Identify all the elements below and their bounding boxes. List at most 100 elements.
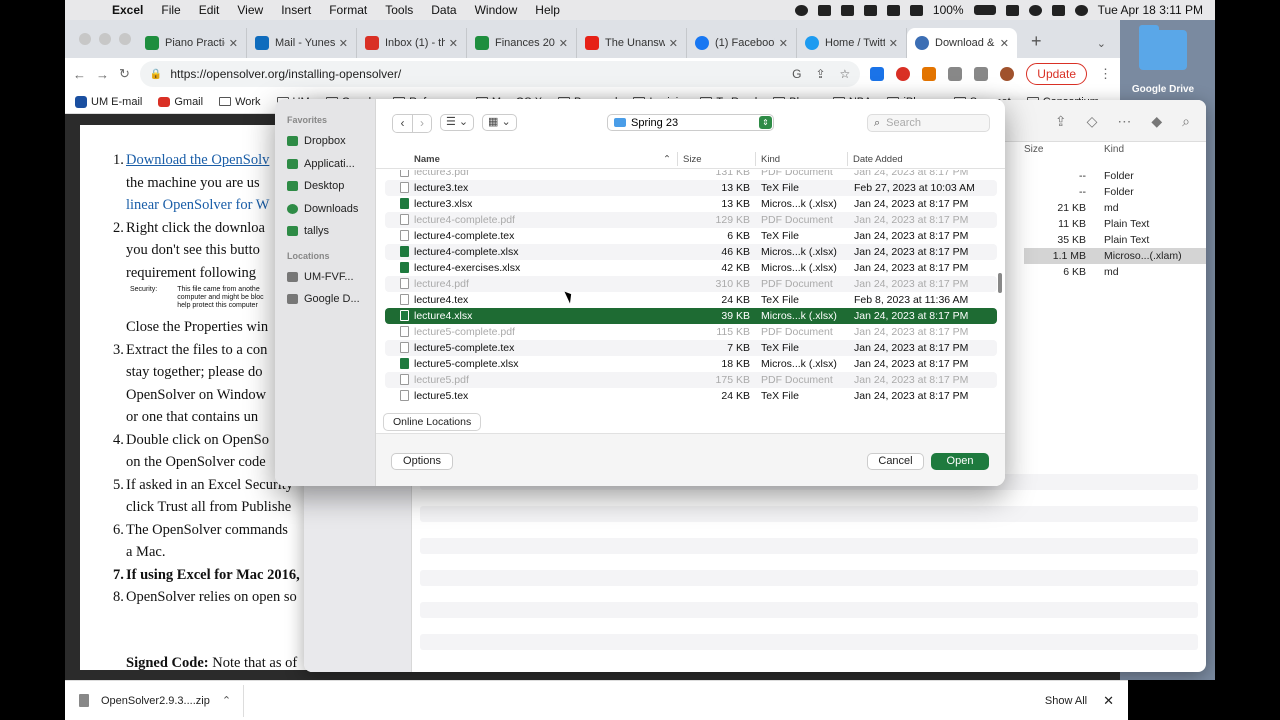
search-icon[interactable]: ⌕: [1182, 113, 1190, 130]
action-icon[interactable]: ⋯: [1117, 113, 1131, 130]
close-tab-icon[interactable]: ✕: [669, 37, 678, 50]
file-row[interactable]: lecture4-exercises.xlsx 42 KB Micros...k (…: [385, 260, 997, 276]
zoom-window-button[interactable]: [119, 33, 131, 45]
linear-opensolver-link[interactable]: linear OpenSolver for W: [126, 197, 269, 213]
list-view-button[interactable]: ☰ ⌄: [440, 114, 475, 131]
image-icon[interactable]: [863, 4, 877, 16]
sidebar-item-downloads[interactable]: Downloads: [275, 198, 375, 221]
close-tab-icon[interactable]: ✕: [339, 37, 348, 50]
list-item[interactable]: 21 KB md: [1024, 200, 1206, 216]
chevron-up-icon[interactable]: ⌃: [222, 694, 231, 707]
sidebar-item-dropbox[interactable]: Dropbox: [275, 130, 375, 153]
scrollbar-thumb[interactable]: [998, 273, 1002, 293]
list-item-selected[interactable]: 1.1 MB Microso...(.xlam): [1024, 248, 1206, 264]
file-row[interactable]: lecture5.pdf 175 KB PDF Document Jan 24, 20…: [385, 372, 997, 388]
download-link[interactable]: Download the OpenSolv: [126, 152, 269, 168]
extension-download-icon[interactable]: [922, 67, 937, 81]
grid-view-button[interactable]: ▦ ⌄: [482, 114, 517, 131]
tab-inbox[interactable]: Inbox (1) - th ✕: [357, 28, 467, 58]
tab-search-chevron-icon[interactable]: ⌄: [1097, 37, 1120, 58]
forward-chevron-icon[interactable]: ›: [412, 115, 431, 132]
control-center-icon[interactable]: [1051, 4, 1065, 16]
close-tab-icon[interactable]: ✕: [779, 37, 788, 50]
address-bar[interactable]: 🔒 https://opensolver.org/installing-open…: [139, 61, 861, 87]
file-row[interactable]: lecture4-complete.xlsx 46 KB Micros...k (.…: [385, 244, 997, 260]
google-drive-desktop-item[interactable]: Google Drive: [1128, 25, 1198, 95]
list-item[interactable]: -- Folder: [1024, 168, 1206, 184]
adblock-icon[interactable]: [896, 67, 911, 81]
menu-view[interactable]: View: [228, 3, 272, 17]
share-icon[interactable]: ⇪: [1055, 113, 1067, 130]
spotlight-icon[interactable]: [1028, 4, 1042, 16]
tag-icon[interactable]: ◇: [1087, 113, 1098, 130]
open-button[interactable]: Open: [931, 453, 989, 470]
size-column-header[interactable]: Size: [683, 154, 701, 165]
bookmark-work[interactable]: Work: [219, 96, 261, 108]
volume-icon[interactable]: [909, 4, 923, 16]
close-tab-icon[interactable]: ✕: [559, 37, 568, 50]
search-field[interactable]: ⌕ Search: [867, 114, 990, 132]
tab-download-active[interactable]: Download & ✕: [907, 28, 1017, 58]
file-row[interactable]: lecture3.xlsx 13 KB Micros...k (.xlsx) Jan …: [385, 196, 997, 212]
bluetooth-icon[interactable]: [886, 4, 900, 16]
menu-insert[interactable]: Insert: [272, 3, 320, 17]
date-added-column-header[interactable]: Date Added: [853, 154, 903, 165]
close-tab-icon[interactable]: ✕: [229, 37, 238, 50]
bookmark-um-email[interactable]: UM E-mail: [75, 95, 142, 108]
file-row[interactable]: lecture5-complete.tex 7 KB TeX File Jan 24,…: [385, 340, 997, 356]
side-panel-icon[interactable]: [974, 67, 989, 81]
arrow-icon[interactable]: [817, 4, 831, 16]
lock-icon[interactable]: 🔒: [150, 69, 162, 80]
menu-format[interactable]: Format: [320, 3, 376, 17]
menu-clock[interactable]: Tue Apr 18 3:11 PM: [1098, 3, 1203, 17]
menu-edit[interactable]: Edit: [190, 3, 229, 17]
file-row[interactable]: lecture4.pdf 310 KB PDF Document Jan 24, 20…: [385, 276, 997, 292]
minimize-window-button[interactable]: [99, 33, 111, 45]
sort-chevron-icon[interactable]: ⌃: [663, 154, 671, 165]
file-row[interactable]: lecture5-complete.xlsx 18 KB Micros...k (.…: [385, 356, 997, 372]
name-column-header[interactable]: Name: [414, 154, 440, 165]
share-icon[interactable]: ⇪: [815, 67, 825, 81]
size-column-header[interactable]: Size: [1024, 144, 1104, 164]
options-button[interactable]: Options: [391, 453, 453, 470]
record-icon[interactable]: [794, 4, 808, 16]
sidebar-item-um-fvf[interactable]: UM-FVF...: [275, 266, 375, 289]
tab-youtube[interactable]: The Unanswe ✕: [577, 28, 687, 58]
file-row[interactable]: lecture4-complete.pdf 129 KB PDF Document J…: [385, 212, 997, 228]
list-item[interactable]: -- Folder: [1024, 184, 1206, 200]
menu-window[interactable]: Window: [466, 3, 527, 17]
update-button[interactable]: Update: [1026, 63, 1087, 85]
file-row[interactable]: lecture5-complete.pdf 115 KB PDF Document J…: [385, 324, 997, 340]
menu-help[interactable]: Help: [526, 3, 569, 17]
file-row[interactable]: lecture3.tex 13 KB TeX File Feb 27, 2023 at…: [385, 180, 997, 196]
tab-finances[interactable]: Finances 202 ✕: [467, 28, 577, 58]
online-locations-button[interactable]: Online Locations: [383, 413, 482, 431]
wifi-icon[interactable]: [1005, 4, 1019, 16]
google-lens-icon[interactable]: G: [792, 67, 801, 81]
sidebar-item-applications[interactable]: Applicati...: [275, 153, 375, 176]
file-row-selected[interactable]: lecture4.xlsx 39 KB Micros...k (.xlsx) Jan …: [385, 308, 997, 324]
bookmark-star-icon[interactable]: ☆: [840, 67, 851, 81]
battery-icon[interactable]: [973, 5, 996, 15]
reload-icon[interactable]: ↻: [119, 66, 130, 82]
kind-column-header[interactable]: Kind: [761, 154, 780, 165]
cancel-button[interactable]: Cancel: [867, 453, 924, 470]
close-icon[interactable]: ✕: [1103, 693, 1114, 709]
dropbox-icon[interactable]: ◆: [1151, 113, 1162, 130]
sidebar-item-tallys[interactable]: tallys: [275, 220, 375, 243]
file-row[interactable]: lecture4.tex 24 KB TeX File Feb 8, 2023 at …: [385, 292, 997, 308]
dropbox-icon[interactable]: [840, 4, 854, 16]
profile-avatar[interactable]: [1000, 67, 1015, 81]
tab-facebook[interactable]: (1) Facebook ✕: [687, 28, 797, 58]
menu-data[interactable]: Data: [422, 3, 465, 17]
tab-mail[interactable]: Mail - Yunes, ✕: [247, 28, 357, 58]
back-arrow-icon[interactable]: ←: [73, 67, 86, 82]
menu-tools[interactable]: Tools: [376, 3, 422, 17]
show-all-button[interactable]: Show All: [1045, 695, 1087, 707]
puzzle-extensions-icon[interactable]: [948, 67, 963, 81]
sidebar-item-desktop[interactable]: Desktop: [275, 175, 375, 198]
file-row[interactable]: lecture5.tex 24 KB TeX File Jan 24, 2023 at…: [385, 388, 997, 404]
siri-icon[interactable]: [1074, 4, 1088, 16]
list-item[interactable]: 6 KB md: [1024, 264, 1206, 280]
close-tab-icon[interactable]: ✕: [449, 37, 458, 50]
